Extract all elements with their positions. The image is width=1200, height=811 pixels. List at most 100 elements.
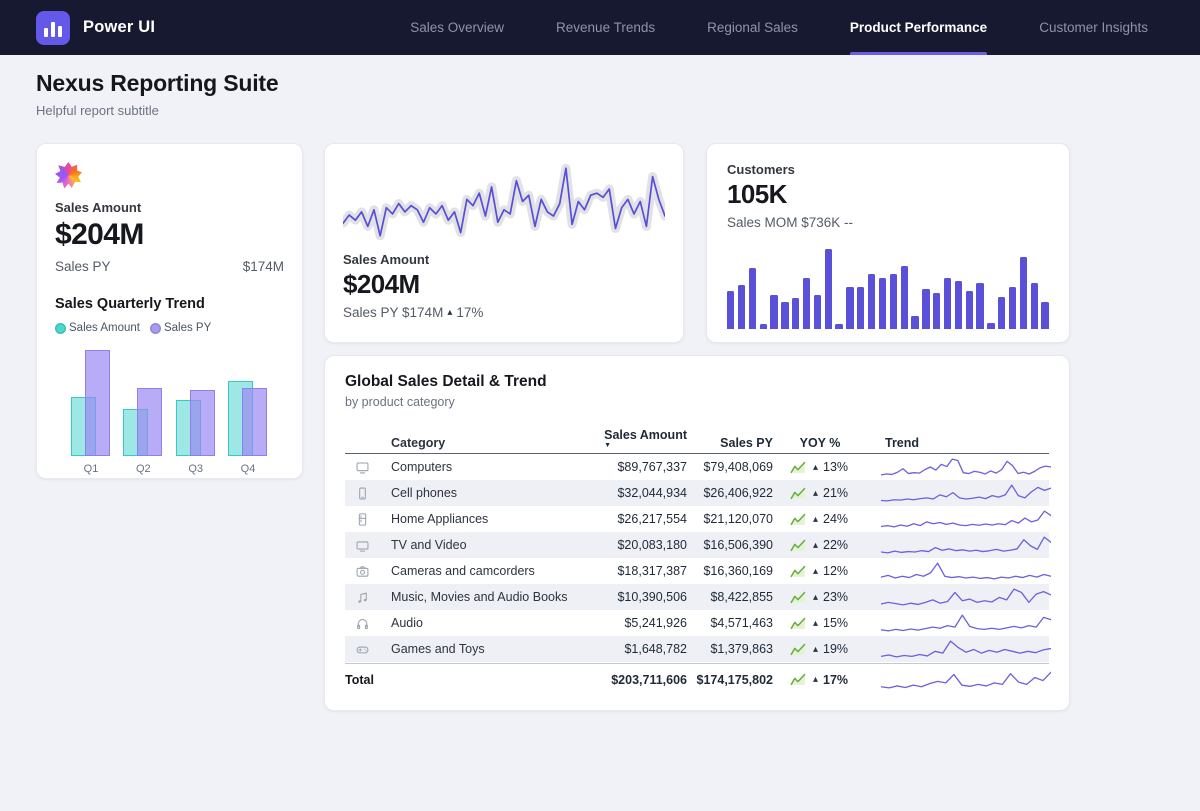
row-sales-amount: $18,317,387 [557, 564, 687, 578]
customer-bar[interactable] [966, 291, 973, 329]
customer-bar[interactable] [825, 249, 832, 329]
column-header-trend[interactable]: Trend [873, 436, 1051, 450]
table-total-row: Total $203,711,606 $174,175,802 17% [345, 663, 1049, 695]
customer-bar[interactable] [1031, 283, 1038, 329]
customer-bar[interactable] [922, 289, 929, 329]
row-icon [345, 616, 379, 631]
bar-group-q3[interactable]: Q3 [176, 350, 216, 475]
table-row[interactable]: Games and Toys $1,648,782 $1,379,863 19% [345, 636, 1049, 662]
trending-up-icon [789, 672, 808, 687]
row-trend-sparkline [873, 613, 1051, 633]
column-header-sales-amount[interactable]: Sales Amount▼ [557, 428, 687, 450]
bar-group-q1[interactable]: Q1 [71, 350, 111, 475]
table-row[interactable]: Computers $89,767,337 $79,408,069 13% [345, 454, 1049, 480]
row-trend-sparkline [873, 587, 1051, 607]
customer-bar[interactable] [857, 287, 864, 329]
row-sales-py: $16,360,169 [687, 564, 773, 578]
customer-bar[interactable] [1041, 302, 1048, 329]
sort-desc-icon: ▼ [604, 442, 687, 450]
row-category: Computers [379, 460, 557, 474]
customer-bar[interactable] [835, 324, 842, 329]
legend-item[interactable]: Sales PY [150, 322, 211, 334]
table-row[interactable]: Cell phones $32,044,934 $26,406,922 21% [345, 480, 1049, 506]
tab-customer-insights[interactable]: Customer Insights [1039, 0, 1148, 55]
customer-bar[interactable] [976, 283, 983, 329]
row-icon [345, 590, 379, 605]
row-sales-amount: $1,648,782 [557, 642, 687, 656]
trending-up-icon [789, 538, 808, 553]
customer-bar[interactable] [846, 287, 853, 329]
quarterly-bar-chart: Q1Q2Q3Q4 [55, 350, 284, 475]
trending-up-icon [789, 642, 808, 657]
tab-regional-sales[interactable]: Regional Sales [707, 0, 798, 55]
sales-py-bar[interactable] [242, 388, 267, 456]
total-sales-amount: $203,711,606 [557, 673, 687, 687]
up-arrow-icon [813, 462, 818, 473]
customer-bar[interactable] [933, 293, 940, 329]
music-icon [355, 590, 370, 605]
customer-bar[interactable] [944, 278, 951, 329]
customer-bar[interactable] [911, 316, 918, 329]
customer-bar[interactable] [727, 291, 734, 329]
column-header-category[interactable]: Category [379, 436, 557, 450]
customer-bar[interactable] [781, 302, 788, 329]
row-category: Home Appliances [379, 512, 557, 526]
table-row[interactable]: Cameras and camcorders $18,317,387 $16,3… [345, 558, 1049, 584]
customer-bar[interactable] [1009, 287, 1016, 329]
total-trend-sparkline [873, 670, 1051, 690]
customer-bar[interactable] [749, 268, 756, 329]
tab-sales-overview[interactable]: Sales Overview [410, 0, 504, 55]
sales-py-bar[interactable] [85, 350, 110, 456]
row-trend-sparkline [873, 535, 1051, 555]
customer-bar[interactable] [1020, 257, 1027, 329]
row-icon [345, 642, 379, 657]
row-category: Cameras and camcorders [379, 564, 557, 578]
trending-up-icon [789, 486, 808, 501]
bar-group-q4[interactable]: Q4 [228, 350, 268, 475]
row-trend-sparkline [873, 457, 1051, 477]
customer-bar[interactable] [998, 297, 1005, 329]
sales-sparkline-card: Sales Amount $204M Sales PY $174M 17% [324, 143, 684, 343]
customer-bar[interactable] [868, 274, 875, 329]
sales-py-bar[interactable] [190, 390, 215, 456]
kpi-value: $204M [55, 218, 284, 252]
customer-bar[interactable] [955, 281, 962, 329]
monitor-icon [355, 460, 370, 475]
table-row[interactable]: Home Appliances $26,217,554 $21,120,070 … [345, 506, 1049, 532]
customer-bar[interactable] [814, 295, 821, 329]
table-row[interactable]: Music, Movies and Audio Books $10,390,50… [345, 584, 1049, 610]
customer-bar[interactable] [987, 323, 994, 329]
row-icon [345, 486, 379, 501]
customer-bar[interactable] [770, 295, 777, 329]
row-sales-amount: $26,217,554 [557, 512, 687, 526]
customer-bar[interactable] [760, 324, 767, 329]
row-category: Music, Movies and Audio Books [379, 590, 557, 604]
customer-bar[interactable] [890, 274, 897, 329]
customer-bar[interactable] [879, 278, 886, 329]
bar-group-q2[interactable]: Q2 [123, 350, 163, 475]
row-yoy: 19% [823, 642, 848, 656]
table-row[interactable]: TV and Video $20,083,180 $16,506,390 22% [345, 532, 1049, 558]
tab-product-performance[interactable]: Product Performance [850, 0, 987, 55]
row-trend-sparkline [873, 561, 1051, 581]
kpi-secondary-label: Sales PY [55, 259, 111, 274]
bar-chart-logo-icon [36, 11, 70, 45]
tab-revenue-trends[interactable]: Revenue Trends [556, 0, 655, 55]
column-header-yoy[interactable]: YOY % [773, 436, 873, 450]
table-row[interactable]: Audio $5,241,926 $4,571,463 15% [345, 610, 1049, 636]
total-yoy: 17% [823, 673, 848, 687]
column-header-sales-py[interactable]: Sales PY [687, 436, 773, 450]
table-header-row: Category Sales Amount▼ Sales PY YOY % Tr… [345, 422, 1049, 454]
sales-py-bar[interactable] [137, 388, 162, 456]
customer-bar[interactable] [738, 285, 745, 329]
sales-detail-table-card: Global Sales Detail & Trend by product c… [324, 355, 1070, 711]
sales-sparkline-chart[interactable] [343, 159, 665, 245]
customers-bar-chart[interactable] [727, 249, 1049, 329]
customer-bar[interactable] [901, 266, 908, 329]
customer-bar[interactable] [792, 298, 799, 329]
row-sales-py: $21,120,070 [687, 512, 773, 526]
customer-bar[interactable] [803, 278, 810, 329]
customers-subtitle: Sales MOM $736K -- [727, 215, 1049, 230]
legend-item[interactable]: Sales Amount [55, 322, 140, 334]
row-yoy: 13% [823, 460, 848, 474]
